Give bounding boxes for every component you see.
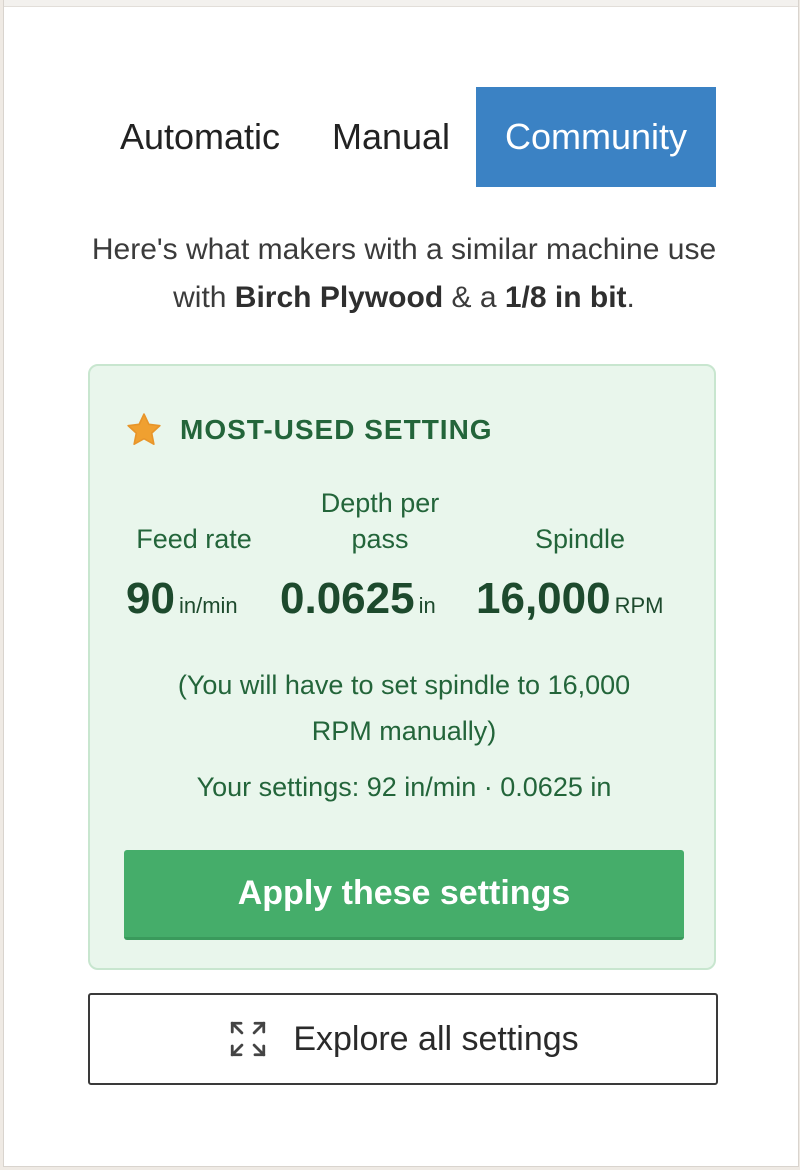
expand-icon	[231, 1021, 266, 1057]
explore-all-settings-button[interactable]: Explore all settings	[88, 993, 718, 1085]
spindle-note: (You will have to set spindle to 16,000 …	[177, 670, 631, 746]
tab-manual[interactable]: Manual	[306, 87, 476, 187]
mode-tabs: Automatic Manual Community	[94, 87, 716, 187]
spindle-value: 16,000 RPM	[476, 574, 663, 624]
depth-label: Depth per pass	[290, 485, 470, 557]
tab-community[interactable]: Community	[476, 87, 716, 187]
intro-suffix: .	[626, 281, 635, 314]
apply-settings-button[interactable]: Apply these settings	[124, 850, 684, 940]
feed-rate-number: 90	[126, 574, 175, 623]
bit-size: 1/8 in bit	[504, 281, 627, 314]
spindle-label-text: Spindle	[534, 524, 626, 554]
intro-joiner: & a	[443, 281, 505, 314]
feed-rate-unit: in/min	[178, 593, 238, 618]
spindle-number: 16,000	[476, 574, 611, 623]
tab-automatic[interactable]: Automatic	[94, 87, 306, 187]
card-header: MOST-USED SETTING	[124, 410, 493, 450]
depth-unit: in	[418, 593, 436, 618]
top-strip	[4, 0, 798, 7]
depth-label-text: Depth per pass	[320, 488, 440, 554]
intro-text: Here's what makers with a similar machin…	[64, 226, 744, 322]
card-title: MOST-USED SETTING	[180, 414, 493, 445]
depth-number: 0.0625	[280, 574, 415, 623]
most-used-setting-card: MOST-USED SETTING Feed rate Depth per pa…	[88, 364, 716, 970]
explore-label: Explore all settings	[293, 1019, 579, 1058]
material-name: Birch Plywood	[234, 281, 444, 314]
depth-value: 0.0625 in	[280, 574, 436, 624]
star-icon	[127, 413, 161, 445]
spindle-unit: RPM	[614, 593, 664, 618]
feed-rate-label: Feed rate	[108, 521, 280, 557]
feed-rate-label-text: Feed rate	[136, 524, 252, 554]
spindle-label: Spindle	[490, 521, 670, 557]
feed-rate-value: 90 in/min	[126, 574, 238, 624]
settings-panel: Automatic Manual Community Here's what m…	[3, 0, 799, 1167]
your-settings-text: Your settings: 92 in/min · 0.0625 in	[196, 772, 612, 802]
